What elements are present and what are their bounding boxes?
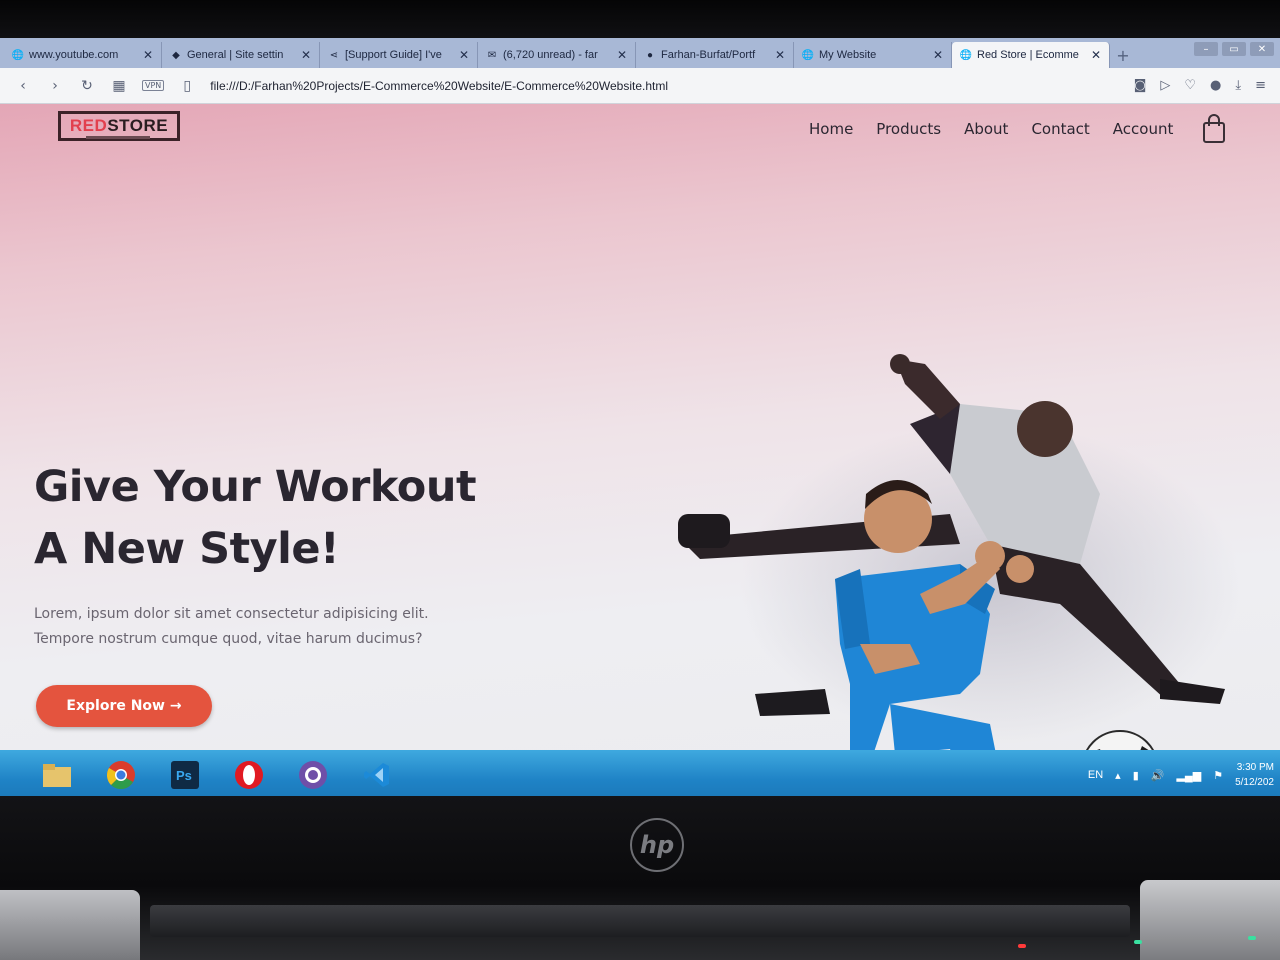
github-icon: ● (646, 49, 654, 61)
tab-github[interactable]: ● Farhan-Burfat/Portf ✕ (636, 42, 794, 68)
close-icon[interactable]: ✕ (143, 48, 153, 62)
tab-red-store[interactable]: 🌐 Red Store | Ecomme ✕ (952, 42, 1110, 68)
heart-icon[interactable]: ♡ (1184, 78, 1196, 93)
snapshot-icon[interactable]: ◙ (1134, 78, 1147, 93)
download-icon[interactable]: ⤓ (1235, 78, 1241, 93)
forward-icon[interactable]: › (46, 78, 64, 94)
signal-icon[interactable]: ▂▄▆ (1176, 769, 1201, 782)
headline-line-1: Give Your Workout (34, 462, 477, 512)
globe-icon: 🌐 (11, 49, 25, 61)
close-icon[interactable]: ✕ (1091, 48, 1101, 62)
url-field[interactable]: file:///D:/Farhan%20Projects/E-Commerce%… (210, 79, 1119, 93)
laptop-hinge-right (1140, 880, 1280, 960)
logo-tagline-bar (86, 136, 150, 139)
speed-dial-icon[interactable]: ▦ (110, 78, 128, 94)
tab-youtube[interactable]: 🌐 www.youtube.com ✕ (4, 42, 162, 68)
tab-title: My Website (819, 49, 877, 61)
close-icon[interactable]: ✕ (775, 48, 785, 62)
shopping-bag-icon[interactable] (1201, 114, 1227, 144)
browser-tab-bar: 🌐 www.youtube.com ✕ ◆ General | Site set… (0, 38, 1280, 68)
tab-mail[interactable]: ✉ (6,720 unread) - far ✕ (478, 42, 636, 68)
tab-title: Farhan-Burfat/Portf (661, 49, 756, 61)
wifi-led (1248, 936, 1256, 940)
profile-icon[interactable]: ● (1210, 78, 1221, 93)
nav-about[interactable]: About (964, 120, 1008, 138)
menu-icon[interactable]: ≡ (1255, 78, 1266, 93)
tab-title: www.youtube.com (29, 49, 119, 61)
clock-date: 5/12/202 (1235, 777, 1274, 788)
laptop-hinge (150, 905, 1130, 937)
language-indicator[interactable]: EN (1088, 769, 1103, 781)
vpn-badge[interactable]: VPN (142, 80, 165, 91)
nav-contact[interactable]: Contact (1031, 120, 1089, 138)
clock[interactable]: 3:30 PM 5/12/202 (1235, 760, 1274, 790)
page-icon: ▯ (183, 77, 192, 94)
mail-icon: ✉ (487, 49, 497, 61)
tab-title: [Support Guide] I've (345, 49, 442, 61)
os-taskbar: Ps EN ▴ ▮ 🔊 ▂▄▆ ⚑ 3:30 PM 5/12/202 (0, 750, 1280, 800)
description-line-1: Lorem, ipsum dolor sit amet consectetur … (34, 606, 429, 622)
laptop-hinge-left (0, 890, 140, 960)
reload-icon[interactable]: ↻ (78, 78, 96, 94)
clock-time: 3:30 PM (1236, 762, 1274, 773)
photoshop-icon[interactable]: Ps (164, 755, 206, 795)
new-tab-button[interactable]: + (1110, 42, 1136, 68)
address-bar: ‹ › ↻ ▦ VPN ▯ file:///D:/Farhan%20Projec… (0, 68, 1280, 104)
tab-title: Red Store | Ecomme (977, 49, 1079, 61)
chrome-icon[interactable] (100, 755, 142, 795)
laptop-screen: 🌐 www.youtube.com ✕ ◆ General | Site set… (0, 38, 1280, 800)
tab-site-settings[interactable]: ◆ General | Site settin ✕ (162, 42, 320, 68)
tab-support-guide[interactable]: ⋖ [Support Guide] I've ✕ (320, 42, 478, 68)
hero-headline: Give Your Workout A New Style! (34, 456, 477, 580)
hp-logo: hp (630, 818, 684, 872)
share-icon: ⋖ (329, 49, 339, 61)
tab-my-website[interactable]: 🌐 My Website ✕ (794, 42, 952, 68)
github-desktop-icon[interactable] (292, 755, 334, 795)
play-icon[interactable]: ▷ (1160, 78, 1170, 93)
description-line-2: Tempore nostrum cumque quod, vitae harum… (34, 631, 423, 647)
file-explorer-icon[interactable] (36, 755, 78, 795)
tray-expand-icon[interactable]: ▴ (1115, 769, 1121, 782)
close-icon[interactable]: ✕ (301, 48, 311, 62)
tab-title: General | Site settin (187, 49, 284, 61)
tab-title: (6,720 unread) - far (503, 49, 598, 61)
logo-dark-text: STORE (107, 116, 169, 135)
web-page: RED STORE Home Products About Contact Acc… (0, 104, 1280, 750)
power-led (1018, 944, 1026, 948)
close-window-button[interactable]: ✕ (1250, 42, 1274, 56)
close-icon[interactable]: ✕ (459, 48, 469, 62)
status-led (1134, 940, 1142, 944)
system-tray: EN ▴ ▮ 🔊 ▂▄▆ ⚑ 3:30 PM 5/12/202 (1088, 750, 1274, 800)
headline-line-2: A New Style! (34, 524, 340, 574)
maximize-button[interactable]: ▭ (1222, 42, 1246, 56)
laptop-bezel-top (0, 0, 1280, 42)
back-icon[interactable]: ‹ (14, 78, 32, 94)
nav-home[interactable]: Home (809, 120, 853, 138)
hero-description: Lorem, ipsum dolor sit amet consectetur … (34, 602, 429, 652)
svg-text:Ps: Ps (176, 768, 192, 783)
nav-products[interactable]: Products (876, 120, 941, 138)
diamond-icon: ◆ (172, 49, 180, 61)
globe-icon: 🌐 (801, 49, 815, 61)
explore-now-button[interactable]: Explore Now → (36, 685, 212, 727)
action-center-icon[interactable]: ⚑ (1213, 769, 1223, 782)
main-nav: Home Products About Contact Account (809, 120, 1173, 138)
battery-icon[interactable]: ▮ (1133, 769, 1139, 782)
globe-icon: 🌐 (959, 49, 973, 61)
window-controls: – ▭ ✕ (1194, 42, 1274, 56)
hero-players-image (678, 354, 1240, 750)
nav-account[interactable]: Account (1113, 120, 1174, 138)
vscode-icon[interactable] (356, 755, 398, 795)
logo-red-text: RED (69, 116, 108, 135)
close-icon[interactable]: ✕ (617, 48, 627, 62)
address-bar-actions: ◙ ▷ ♡ ● ⤓ ≡ (1134, 78, 1266, 93)
close-icon[interactable]: ✕ (933, 48, 943, 62)
volume-icon[interactable]: 🔊 (1151, 769, 1165, 782)
opera-icon[interactable] (228, 755, 270, 795)
minimize-button[interactable]: – (1194, 42, 1218, 56)
